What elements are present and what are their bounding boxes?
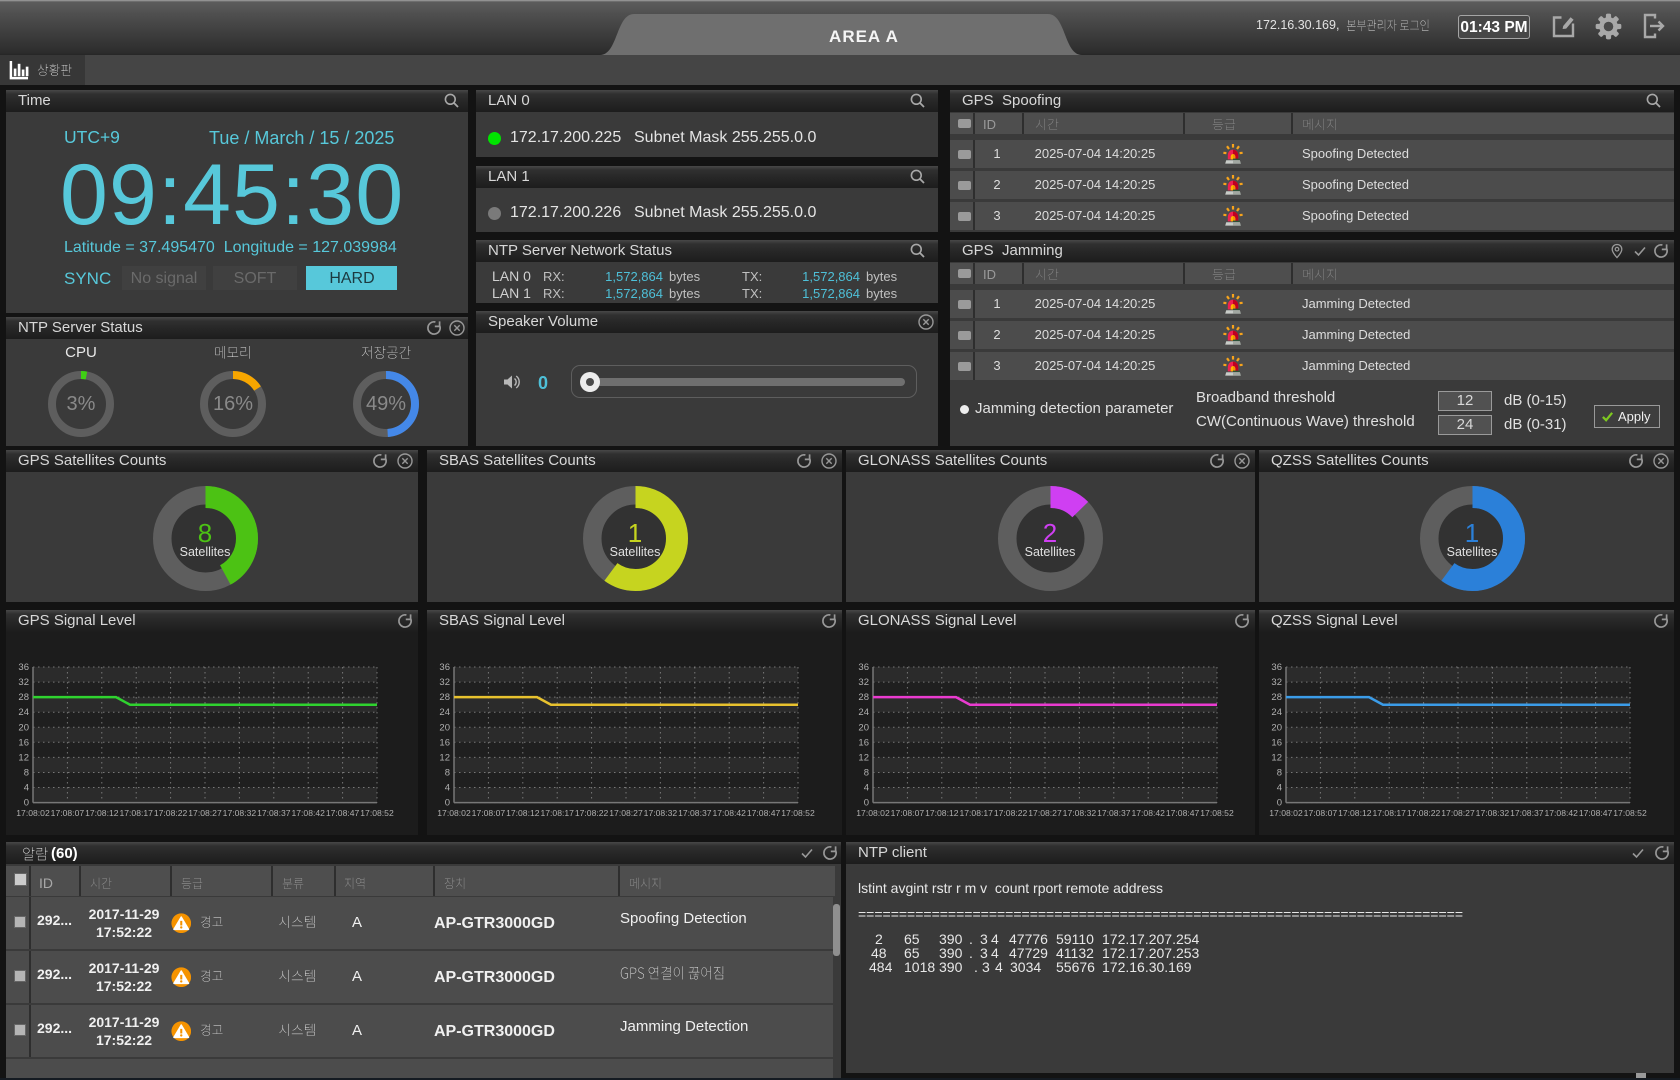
svg-text:12: 12 [858,752,869,763]
svg-text:32: 32 [439,677,450,688]
svg-text:24: 24 [439,707,450,718]
svg-text:24: 24 [1271,707,1282,718]
svg-text:36: 36 [18,662,29,673]
svg-text:28: 28 [1271,692,1282,703]
svg-text:17:08:27: 17:08:27 [609,808,643,818]
svg-text:17:08:37: 17:08:37 [678,808,712,818]
svg-text:4: 4 [24,783,29,794]
svg-text:17:08:37: 17:08:37 [1097,808,1131,818]
svg-text:36: 36 [858,662,869,673]
svg-text:32: 32 [858,677,869,688]
svg-text:17:08:22: 17:08:22 [154,808,188,818]
svg-text:20: 20 [1271,722,1282,733]
svg-text:0: 0 [864,798,869,809]
svg-text:17:08:07: 17:08:07 [51,808,85,818]
svg-text:17:08:32: 17:08:32 [223,808,257,818]
svg-text:17:08:07: 17:08:07 [891,808,925,818]
svg-text:17:08:17: 17:08:17 [959,808,993,818]
svg-text:17:08:42: 17:08:42 [291,808,325,818]
svg-text:17:08:02: 17:08:02 [856,808,890,818]
svg-text:4: 4 [864,783,869,794]
svg-text:17:08:47: 17:08:47 [1579,808,1613,818]
svg-text:12: 12 [18,752,29,763]
svg-text:28: 28 [858,692,869,703]
svg-text:0: 0 [24,798,29,809]
svg-text:17:08:47: 17:08:47 [1166,808,1200,818]
svg-text:8: 8 [445,768,450,779]
svg-text:17:08:12: 17:08:12 [1338,808,1372,818]
svg-text:17:08:27: 17:08:27 [1441,808,1475,818]
svg-text:16: 16 [1271,737,1282,748]
svg-text:17:08:37: 17:08:37 [1510,808,1544,818]
svg-text:17:08:27: 17:08:27 [1028,808,1062,818]
svg-text:17:08:07: 17:08:07 [472,808,506,818]
svg-text:12: 12 [1271,752,1282,763]
svg-text:36: 36 [1271,662,1282,673]
svg-text:17:08:37: 17:08:37 [257,808,291,818]
svg-text:17:08:47: 17:08:47 [326,808,360,818]
svg-text:17:08:42: 17:08:42 [1544,808,1578,818]
svg-text:16: 16 [18,737,29,748]
svg-text:17:08:32: 17:08:32 [644,808,678,818]
svg-text:17:08:12: 17:08:12 [85,808,119,818]
svg-text:24: 24 [858,707,869,718]
svg-text:17:08:27: 17:08:27 [188,808,222,818]
svg-text:17:08:32: 17:08:32 [1476,808,1510,818]
svg-text:28: 28 [18,692,29,703]
svg-text:20: 20 [439,722,450,733]
svg-text:17:08:52: 17:08:52 [1613,808,1647,818]
svg-text:17:08:22: 17:08:22 [1407,808,1441,818]
svg-text:8: 8 [24,768,29,779]
svg-text:17:08:17: 17:08:17 [119,808,153,818]
svg-text:32: 32 [18,677,29,688]
svg-text:12: 12 [439,752,450,763]
svg-text:0: 0 [445,798,450,809]
svg-text:16: 16 [858,737,869,748]
svg-text:17:08:42: 17:08:42 [1131,808,1165,818]
svg-text:17:08:07: 17:08:07 [1304,808,1338,818]
svg-text:20: 20 [858,722,869,733]
svg-text:32: 32 [1271,677,1282,688]
svg-text:17:08:17: 17:08:17 [1372,808,1406,818]
svg-text:17:08:12: 17:08:12 [506,808,540,818]
svg-text:28: 28 [439,692,450,703]
svg-text:8: 8 [1277,768,1282,779]
svg-text:17:08:42: 17:08:42 [712,808,746,818]
svg-text:17:08:02: 17:08:02 [1269,808,1303,818]
svg-text:36: 36 [439,662,450,673]
svg-text:17:08:32: 17:08:32 [1063,808,1097,818]
svg-text:16: 16 [439,737,450,748]
svg-text:17:08:47: 17:08:47 [747,808,781,818]
svg-text:17:08:52: 17:08:52 [1200,808,1234,818]
svg-text:17:08:02: 17:08:02 [437,808,471,818]
svg-text:17:08:02: 17:08:02 [16,808,50,818]
svg-text:17:08:22: 17:08:22 [994,808,1028,818]
svg-text:4: 4 [1277,783,1282,794]
svg-text:8: 8 [864,768,869,779]
svg-text:17:08:22: 17:08:22 [575,808,609,818]
svg-text:0: 0 [1277,798,1282,809]
svg-text:24: 24 [18,707,29,718]
svg-text:17:08:12: 17:08:12 [925,808,959,818]
svg-text:4: 4 [445,783,450,794]
svg-text:20: 20 [18,722,29,733]
svg-text:17:08:52: 17:08:52 [781,808,815,818]
svg-text:17:08:52: 17:08:52 [360,808,394,818]
svg-text:17:08:17: 17:08:17 [540,808,574,818]
